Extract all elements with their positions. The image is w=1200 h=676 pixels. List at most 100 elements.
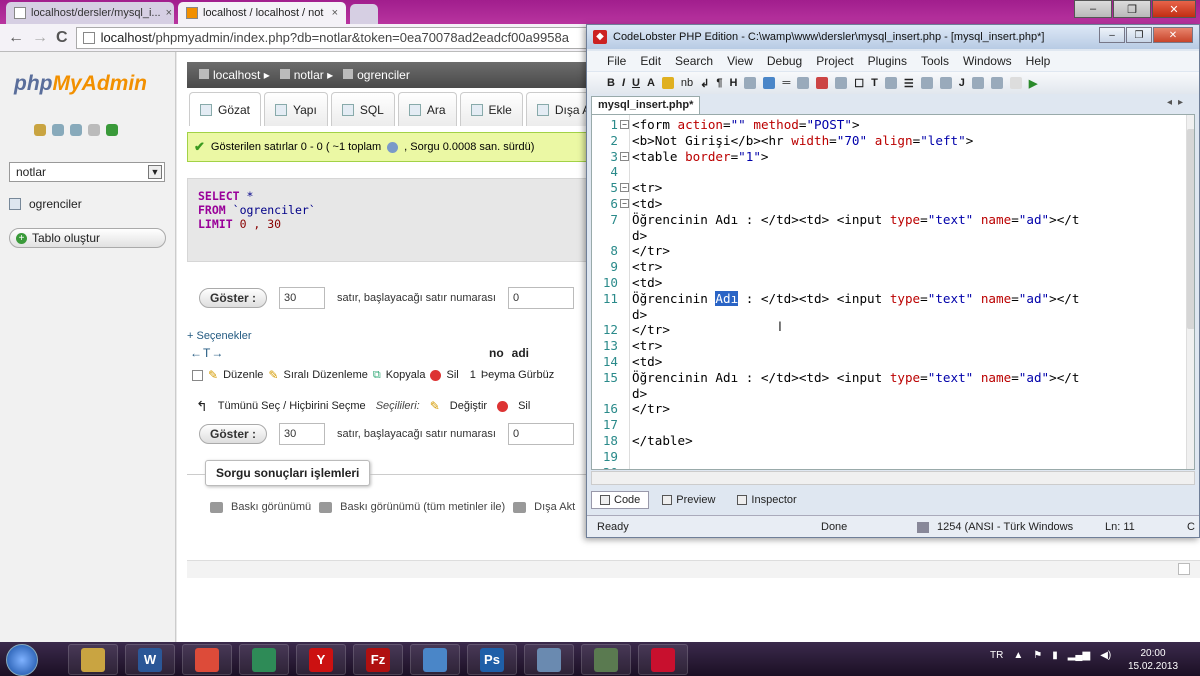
copy-link[interactable]: Kopyala xyxy=(386,369,426,381)
fold-toggle-icon[interactable]: − xyxy=(620,199,629,208)
close-window-icon[interactable]: ✕ xyxy=(1153,27,1193,43)
create-table-button[interactable]: + Tablo oluştur xyxy=(9,228,166,248)
console-icon[interactable] xyxy=(1178,563,1190,575)
delete-selected-button[interactable]: Sil xyxy=(518,400,530,412)
menu-help[interactable]: Help xyxy=(1026,54,1051,68)
close-icon[interactable]: × xyxy=(332,7,338,19)
code-line[interactable]: 5− <tr> xyxy=(592,180,1192,196)
taskbar-app-5[interactable]: Y xyxy=(296,644,346,675)
template-icon[interactable] xyxy=(990,77,1003,89)
code-line[interactable]: 1− <form action="" method="POST"> xyxy=(592,117,1192,133)
underline-button[interactable]: U xyxy=(632,77,640,89)
rows-input[interactable]: 30 xyxy=(279,287,326,309)
tab-preview[interactable]: Preview xyxy=(653,491,724,509)
code-line[interactable]: 12 </tr> xyxy=(592,322,1192,338)
code-line[interactable]: 18 </table> xyxy=(592,433,1192,449)
tab-search[interactable]: Ara xyxy=(397,92,457,126)
nbsp-button[interactable]: nb xyxy=(681,77,693,89)
breadcrumb-database[interactable]: notlar ▸ xyxy=(279,68,333,82)
tab-structure[interactable]: Yapı xyxy=(264,92,328,126)
code-line[interactable]: 9 <tr> xyxy=(592,259,1192,275)
code-line[interactable]: 6− <td> xyxy=(592,196,1192,212)
network-icon[interactable]: ▮ xyxy=(1052,650,1058,661)
js-button[interactable]: J xyxy=(959,77,965,89)
database-select[interactable]: notlar ▼ xyxy=(9,162,165,182)
tab-sql[interactable]: SQL xyxy=(330,92,395,126)
maximize-icon[interactable]: ❐ xyxy=(1113,0,1151,18)
tab-scroll-arrows[interactable]: ◂▸ xyxy=(1167,97,1189,108)
language-indicator[interactable]: TR xyxy=(990,650,1003,661)
export-link[interactable]: Dışa Akt xyxy=(534,501,575,513)
browser-tab-1[interactable]: localhost/dersler/mysql_i... × xyxy=(6,2,174,24)
taskbar-app-7[interactable] xyxy=(410,644,460,675)
heading-button[interactable]: H xyxy=(730,77,738,89)
options-link[interactable]: + Seçenekler xyxy=(187,330,252,342)
hr-icon[interactable]: ═ xyxy=(782,77,790,89)
edit-link[interactable]: Düzenle xyxy=(223,369,263,381)
minimize-icon[interactable]: – xyxy=(1074,0,1112,18)
list-icon[interactable]: ☰ xyxy=(904,77,914,90)
code-line[interactable]: 2 <b>Not Girişi</b><hr width="70" align="… xyxy=(592,133,1192,149)
column-header-no[interactable]: no xyxy=(489,346,504,360)
menu-project[interactable]: Project xyxy=(816,54,853,68)
show-button[interactable]: Göster : xyxy=(199,424,268,444)
tab-insert[interactable]: Ekle xyxy=(459,92,523,126)
paragraph-icon[interactable]: ¶ xyxy=(716,77,722,89)
comment-icon[interactable] xyxy=(835,77,848,89)
change-selected-button[interactable]: Değiştir xyxy=(450,400,487,412)
emoticon-icon[interactable] xyxy=(661,77,674,89)
code-line[interactable]: d> xyxy=(592,386,1192,402)
menu-tools[interactable]: Tools xyxy=(921,54,949,68)
taskbar-app-11[interactable] xyxy=(638,644,688,675)
start-row-input[interactable]: 0 xyxy=(507,423,574,445)
check-all-link[interactable]: Tümünü Seç / Hiçbirini Seçme xyxy=(218,400,366,412)
taskbar-app-2[interactable]: W xyxy=(125,644,175,675)
menu-plugins[interactable]: Plugins xyxy=(868,54,907,68)
taskbar-app-3[interactable] xyxy=(182,644,232,675)
pma-logo[interactable]: phpMyAdmin xyxy=(14,72,147,96)
link-icon[interactable] xyxy=(763,77,776,89)
back-icon[interactable]: ← xyxy=(8,29,24,47)
nav-table-ogrenciler[interactable]: ogrenciler xyxy=(9,194,169,214)
new-tab-button[interactable] xyxy=(350,4,378,24)
browser-tab-2[interactable]: localhost / localhost / not × xyxy=(178,2,346,24)
form-fields-icon[interactable] xyxy=(971,77,984,89)
code-line[interactable]: 11 Öğrencinin Adı : </td><td> <input type… xyxy=(592,290,1192,307)
code-line[interactable]: 19 xyxy=(592,449,1192,465)
bold-button[interactable]: B xyxy=(607,77,615,89)
reload-icon[interactable]: C xyxy=(56,29,68,47)
exit-icon[interactable] xyxy=(52,124,64,136)
code-line[interactable]: 8 </tr> xyxy=(592,243,1192,259)
code-line[interactable]: 7 Öğrencinin Adı : </td><td> <input type=… xyxy=(592,212,1192,228)
tray-arrow-icon[interactable]: ▲ xyxy=(1013,650,1023,661)
table-icon[interactable] xyxy=(920,77,933,89)
code-line[interactable]: 13 <tr> xyxy=(592,338,1192,354)
fold-toggle-icon[interactable]: − xyxy=(620,183,629,193)
code-line[interactable]: 14 <td> xyxy=(592,354,1192,370)
anchor-icon[interactable] xyxy=(797,77,810,89)
special-char-icon[interactable] xyxy=(816,77,829,89)
docs-icon[interactable] xyxy=(88,124,100,136)
taskbar-app-1[interactable] xyxy=(68,644,118,675)
row-checkbox[interactable] xyxy=(192,369,203,381)
page-icon[interactable] xyxy=(1009,77,1022,89)
image-icon[interactable] xyxy=(744,77,757,89)
print-view-full-link[interactable]: Baskı görünümü (tüm metinler ile) xyxy=(340,501,505,513)
form-icon[interactable]: ☐ xyxy=(854,77,864,90)
menu-file[interactable]: File xyxy=(607,54,626,68)
menu-search[interactable]: Search xyxy=(675,54,713,68)
signal-icon[interactable]: ▂▄▆ xyxy=(1068,650,1090,661)
code-line[interactable]: 20 xyxy=(592,465,1192,469)
start-button[interactable] xyxy=(6,644,38,676)
text-field-icon[interactable]: T xyxy=(871,77,878,89)
close-window-icon[interactable]: ✕ xyxy=(1152,0,1196,18)
fold-toggle-icon[interactable]: − xyxy=(620,151,629,161)
horizontal-scrollbar[interactable] xyxy=(591,471,1195,485)
tab-inspector[interactable]: Inspector xyxy=(728,491,805,509)
code-line[interactable]: 3− <table border="1"> xyxy=(592,149,1192,165)
font-button[interactable]: A xyxy=(647,77,655,89)
volume-icon[interactable]: ◀) xyxy=(1100,650,1111,661)
taskbar-app-4[interactable] xyxy=(239,644,289,675)
chevron-down-icon[interactable]: ▼ xyxy=(148,165,162,179)
code-line[interactable]: d> xyxy=(592,307,1192,323)
